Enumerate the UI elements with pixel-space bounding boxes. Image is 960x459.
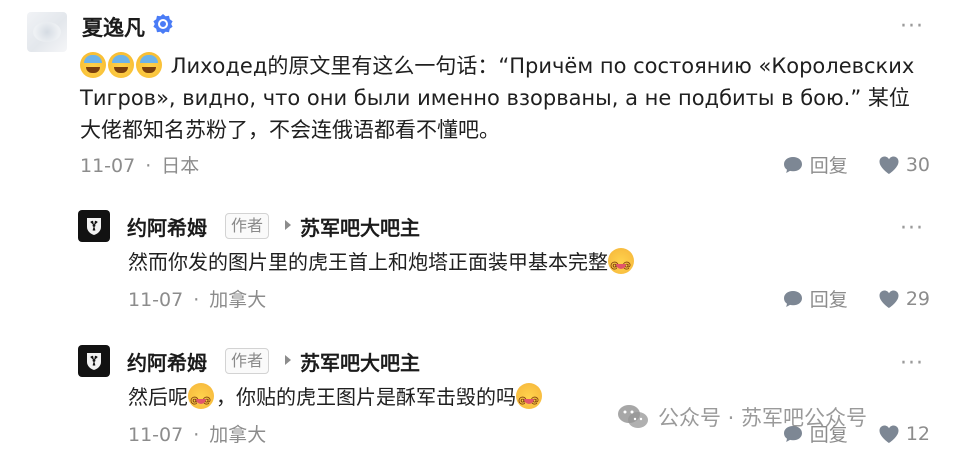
sweat-smile-emoji-icon bbox=[80, 52, 106, 78]
comment-date: 11-07 bbox=[80, 155, 136, 177]
dizzy-face-emoji-icon bbox=[608, 248, 634, 282]
reply-label: 回复 bbox=[809, 155, 848, 177]
more-options-icon[interactable]: ··· bbox=[900, 353, 924, 375]
heart-icon bbox=[879, 425, 899, 443]
separator: · bbox=[193, 424, 200, 446]
reply-label: 回复 bbox=[809, 424, 848, 446]
reply-arrow-icon bbox=[285, 220, 291, 230]
like-button[interactable]: 30 bbox=[878, 154, 930, 176]
reply-item: 约阿希姆 作者 苏军吧大吧主 ··· 然而你发的图片里的虎王首上和炮塔正面装甲基… bbox=[0, 200, 960, 330]
sweat-smile-emoji-icon bbox=[136, 52, 162, 78]
avatar[interactable] bbox=[27, 12, 67, 52]
dizzy-face-emoji-icon bbox=[516, 383, 542, 417]
heart-icon bbox=[879, 290, 899, 308]
author-badge: 作者 bbox=[225, 213, 270, 239]
reply-item: 约阿希姆 作者 苏军吧大吧主 ··· 然后呢 ，你贴的虎王图片是酥军击毁的吗 11… bbox=[0, 335, 960, 459]
reply-meta: 11-07 · 加拿大 bbox=[128, 285, 266, 312]
sweat-smile-emoji-icon bbox=[108, 52, 134, 78]
reply-location: 加拿大 bbox=[209, 289, 267, 311]
reply-button[interactable]: 回复 bbox=[782, 151, 848, 178]
reply-arrow-icon bbox=[285, 355, 291, 365]
comment-location: 日本 bbox=[161, 155, 200, 177]
avatar[interactable] bbox=[78, 345, 110, 377]
comment-author[interactable]: 夏逸凡 bbox=[82, 12, 145, 42]
comment-actions: 回复 30 bbox=[752, 151, 930, 178]
separator: · bbox=[193, 289, 200, 311]
more-options-icon[interactable]: ··· bbox=[900, 16, 924, 38]
like-count: 12 bbox=[905, 422, 930, 445]
reply-author[interactable]: 约阿希姆 bbox=[127, 347, 207, 376]
reply-text: 然而你发的图片里的虎王首上和炮塔正面装甲基本完整 bbox=[128, 246, 908, 282]
like-count: 30 bbox=[905, 153, 930, 176]
reply-target[interactable]: 苏军吧大吧主 bbox=[300, 212, 420, 241]
reply-date: 11-07 bbox=[128, 424, 184, 446]
radiation-symbol-icon bbox=[87, 218, 101, 235]
comment-meta: 11-07 · 日本 bbox=[80, 151, 199, 178]
reply-text: 然后呢 ，你贴的虎王图片是酥军击毁的吗 bbox=[128, 381, 908, 417]
reply-actions: 回复 29 bbox=[752, 285, 930, 312]
reply-location: 加拿大 bbox=[209, 424, 267, 446]
like-count: 29 bbox=[905, 287, 930, 310]
reply-author[interactable]: 约阿希姆 bbox=[127, 212, 207, 241]
like-button[interactable]: 29 bbox=[878, 288, 930, 310]
reply-date: 11-07 bbox=[128, 289, 184, 311]
reply-button[interactable]: 回复 bbox=[782, 420, 848, 447]
reply-meta: 11-07 · 加拿大 bbox=[128, 420, 266, 447]
reply-body: 然后呢 bbox=[128, 385, 188, 409]
reply-label: 回复 bbox=[809, 289, 848, 311]
separator: · bbox=[145, 155, 152, 177]
comment-bubble-icon bbox=[783, 290, 802, 307]
reply-target[interactable]: 苏军吧大吧主 bbox=[300, 347, 420, 376]
heart-icon bbox=[879, 156, 899, 174]
author-badge: 作者 bbox=[225, 348, 270, 374]
reply-button[interactable]: 回复 bbox=[782, 285, 848, 312]
reply-body: 然而你发的图片里的虎王首上和炮塔正面装甲基本完整 bbox=[128, 250, 608, 274]
comment-bubble-icon bbox=[783, 425, 802, 442]
radiation-symbol-icon bbox=[87, 353, 101, 370]
reply-body-continued: ，你贴的虎王图片是酥军击毁的吗 bbox=[216, 385, 516, 409]
comment-main: 夏逸凡 ··· Лиходед的原文里有这么一句话：“Причём по сос… bbox=[0, 0, 960, 190]
comment-text: Лиходед的原文里有这么一句话：“Причём по состоянию «… bbox=[80, 50, 930, 146]
comment-bubble-icon bbox=[783, 156, 802, 173]
comment-body: Лиходед的原文里有这么一句话：“Причём по состоянию «… bbox=[80, 54, 915, 142]
reply-actions: 回复 12 bbox=[752, 420, 930, 447]
dizzy-face-emoji-icon bbox=[188, 383, 214, 417]
verified-badge-icon bbox=[153, 14, 173, 34]
more-options-icon[interactable]: ··· bbox=[900, 218, 924, 240]
avatar[interactable] bbox=[78, 210, 110, 242]
like-button[interactable]: 12 bbox=[878, 423, 930, 445]
